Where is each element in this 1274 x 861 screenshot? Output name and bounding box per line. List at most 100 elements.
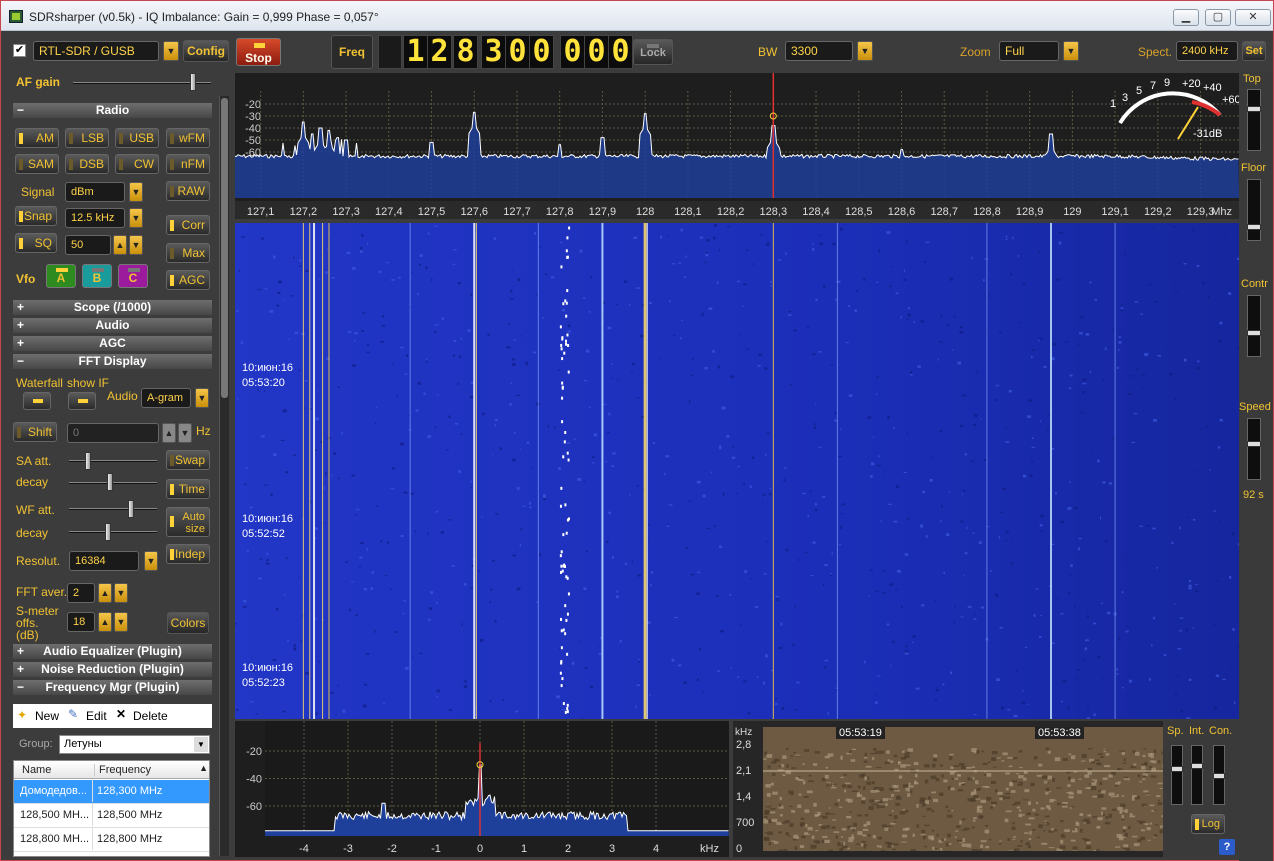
spectrum-plot[interactable]: -20-30-40-50-60127,1 127,2 127,3 127,4 127,5… bbox=[235, 73, 1239, 219]
section-agc-header[interactable]: + AGC bbox=[13, 336, 212, 351]
col-frequency[interactable]: Frequency bbox=[94, 764, 151, 776]
show-if-toggle[interactable] bbox=[68, 392, 96, 410]
mode-cw-button[interactable]: CW bbox=[115, 154, 159, 174]
agram-select[interactable]: A-gram bbox=[141, 388, 191, 408]
delete-button[interactable]: Delete bbox=[133, 709, 168, 723]
freq-digit[interactable]: 0 bbox=[505, 35, 530, 69]
if-spectrum-plot[interactable]: -20-40-60-4 -3 -2 -1 0 1 2 3 4 kHz bbox=[235, 721, 729, 857]
freq-digit[interactable]: 8 bbox=[453, 35, 478, 69]
corr-button[interactable]: Corr bbox=[166, 215, 210, 235]
freq-digit[interactable]: 0 bbox=[560, 35, 585, 69]
group-select[interactable]: Летуны ▼ bbox=[59, 735, 210, 754]
mode-usb-button[interactable]: USB bbox=[115, 128, 159, 148]
shift-down-icon[interactable]: ▼ bbox=[178, 423, 192, 443]
section-radio-header[interactable]: − Radio bbox=[13, 103, 212, 118]
freq-digit[interactable]: 0 bbox=[584, 35, 609, 69]
vfo-b-button[interactable]: B bbox=[82, 264, 112, 288]
fft-aver-down-icon[interactable]: ▼ bbox=[114, 583, 128, 603]
resolution-select[interactable]: 16384 bbox=[69, 551, 139, 571]
freq-digit[interactable]: 0 bbox=[529, 35, 554, 69]
lock-button[interactable]: Lock bbox=[633, 39, 673, 65]
shift-button[interactable]: Shift bbox=[13, 422, 57, 442]
section-fft-header[interactable]: − FFT Display bbox=[13, 354, 212, 369]
sa-att-slider[interactable] bbox=[69, 460, 157, 462]
spectrum-panel[interactable]: -20 -30 -40 -50 -60 127,1 127,2 127,3 127,4 127,5… bbox=[235, 73, 1240, 219]
wf-att-knob[interactable] bbox=[128, 500, 134, 518]
sp-knob[interactable] bbox=[1171, 766, 1183, 772]
smeter-up-icon[interactable]: ▲ bbox=[98, 612, 112, 632]
shift-up-icon[interactable]: ▲ bbox=[162, 423, 176, 443]
log-button[interactable]: Log bbox=[1191, 814, 1225, 834]
fft-aver-input[interactable]: 2 bbox=[67, 583, 95, 603]
vfo-c-button[interactable]: C bbox=[118, 264, 148, 288]
waterfall-toggle[interactable] bbox=[23, 392, 51, 410]
section-fm-header[interactable]: − Frequency Mgr (Plugin) bbox=[13, 680, 212, 695]
freq-digit[interactable]: 0 bbox=[608, 35, 633, 69]
sq-up-icon[interactable]: ▲ bbox=[113, 235, 127, 255]
col-name[interactable]: Name bbox=[18, 764, 51, 776]
wf-decay-slider[interactable] bbox=[69, 531, 157, 533]
fft-aver-up-icon[interactable]: ▲ bbox=[98, 583, 112, 603]
set-button[interactable]: Set bbox=[1242, 41, 1266, 61]
config-button[interactable]: Config bbox=[183, 40, 229, 62]
edit-button[interactable]: Edit bbox=[86, 709, 107, 723]
floor-knob[interactable] bbox=[1247, 224, 1261, 230]
agram-dropdown-icon[interactable]: ▼ bbox=[195, 388, 209, 408]
zoom-dropdown-icon[interactable]: ▼ bbox=[1063, 41, 1079, 61]
floor-slider[interactable] bbox=[1247, 179, 1261, 241]
top-slider[interactable] bbox=[1247, 89, 1261, 151]
section-nr-header[interactable]: + Noise Reduction (Plugin) bbox=[13, 662, 212, 677]
raw-button[interactable]: RAW bbox=[166, 181, 210, 201]
sq-input[interactable]: 50 bbox=[65, 235, 111, 255]
mode-dsb-button[interactable]: DSB bbox=[65, 154, 109, 174]
section-scope-header[interactable]: + Scope (/1000) bbox=[13, 300, 212, 315]
waterfall-panel[interactable]: 10:июн:16 05:53:20 10:июн:16 05:52:52 10:июн… bbox=[235, 223, 1239, 719]
snap-button[interactable]: Snap bbox=[15, 206, 57, 226]
signal-dropdown-icon[interactable]: ▼ bbox=[129, 182, 143, 202]
colors-button[interactable]: Colors bbox=[167, 612, 209, 634]
wf-decay-knob[interactable] bbox=[105, 523, 111, 541]
bw-dropdown-icon[interactable]: ▼ bbox=[857, 41, 873, 61]
section-audio-header[interactable]: + Audio bbox=[13, 318, 212, 333]
speed-slider[interactable] bbox=[1247, 418, 1261, 480]
contrast-knob[interactable] bbox=[1247, 330, 1261, 336]
snap-select[interactable]: 12.5 kHz bbox=[65, 208, 125, 228]
sa-decay-slider[interactable] bbox=[69, 482, 157, 484]
agc-button[interactable]: AGC bbox=[166, 270, 210, 290]
speed-knob[interactable] bbox=[1247, 441, 1261, 447]
mode-am-button[interactable]: AM bbox=[15, 128, 59, 148]
mode-sam-button[interactable]: SAM bbox=[15, 154, 59, 174]
int-slider[interactable] bbox=[1191, 745, 1203, 805]
vfo-a-button[interactable]: A bbox=[46, 264, 76, 288]
snap-dropdown-icon[interactable]: ▼ bbox=[129, 208, 143, 228]
af-gain-knob[interactable] bbox=[190, 73, 196, 91]
signal-select[interactable]: dBm bbox=[65, 182, 125, 202]
section-eq-header[interactable]: + Audio Equalizer (Plugin) bbox=[13, 644, 212, 659]
table-row[interactable]: 128,800 MH... 128,800 MHz bbox=[14, 828, 209, 852]
device-select[interactable]: RTL-SDR / GUSB bbox=[33, 41, 159, 61]
freq-digit[interactable]: 1 bbox=[403, 35, 428, 69]
con-slider[interactable] bbox=[1213, 745, 1225, 805]
sa-decay-knob[interactable] bbox=[107, 473, 113, 491]
new-button[interactable]: New bbox=[35, 709, 59, 723]
wf-att-slider[interactable] bbox=[69, 508, 157, 510]
table-row[interactable]: 128,500 MH... 128,500 MHz bbox=[14, 804, 209, 828]
zoom-select[interactable]: Full bbox=[999, 41, 1059, 61]
smeter-input[interactable]: 18 bbox=[67, 612, 95, 632]
freq-digit[interactable]: 3 bbox=[481, 35, 506, 69]
table-row[interactable]: Домодедов... 128,300 MHz bbox=[14, 780, 209, 804]
time-button[interactable]: Time bbox=[166, 479, 210, 499]
minimize-button[interactable]: ▁ bbox=[1173, 9, 1199, 26]
audiogram-panel[interactable]: kHz 2,8 2,1 1,4 700 0 05:53:19 05:53:38 bbox=[733, 721, 1163, 857]
sq-button[interactable]: SQ bbox=[15, 233, 57, 253]
shift-input[interactable]: 0 bbox=[67, 423, 159, 443]
contrast-slider[interactable] bbox=[1247, 295, 1261, 357]
bw-input[interactable]: 3300 bbox=[785, 41, 853, 61]
int-knob[interactable] bbox=[1191, 763, 1203, 769]
mode-nfm-button[interactable]: nFM bbox=[166, 154, 210, 174]
sa-att-knob[interactable] bbox=[85, 452, 91, 470]
freq-digit[interactable]: 2 bbox=[427, 35, 452, 69]
smeter-down-icon[interactable]: ▼ bbox=[114, 612, 128, 632]
mode-lsb-button[interactable]: LSB bbox=[65, 128, 109, 148]
resolution-dropdown-icon[interactable]: ▼ bbox=[144, 551, 158, 571]
